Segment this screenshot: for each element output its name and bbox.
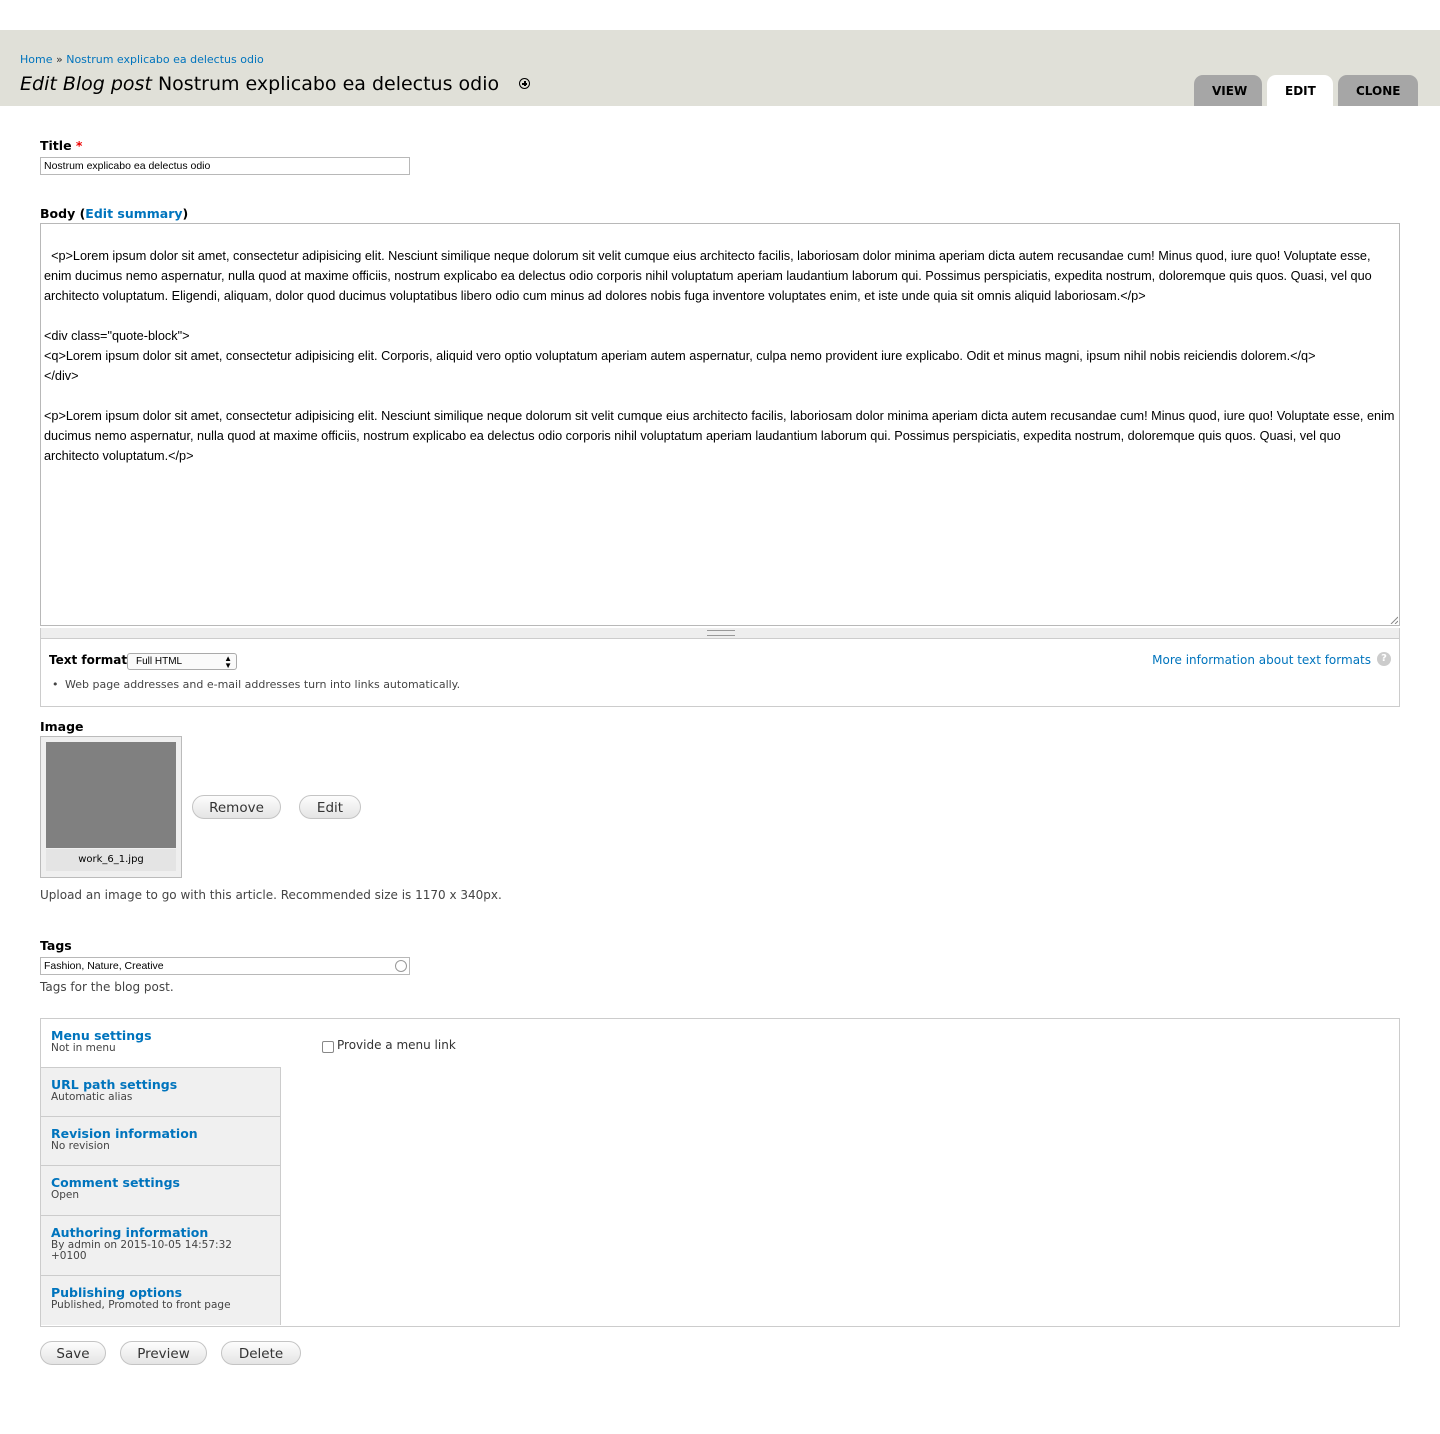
tags-label: Tags xyxy=(40,938,72,953)
provide-menu-link-label[interactable]: Provide a menu link xyxy=(337,1038,456,1052)
autocomplete-throbber-icon xyxy=(395,960,407,972)
page-header: Home » Nostrum explicabo ea delectus odi… xyxy=(0,30,1440,106)
tab-edit[interactable]: EDIT xyxy=(1267,75,1333,106)
vertical-tabs-menu: Menu settings Not in menu URL path setti… xyxy=(41,1019,281,1325)
page-title-prefix: Edit Blog post xyxy=(20,73,152,95)
page-title: Edit Blog post Nostrum explicabo ea dele… xyxy=(20,73,531,95)
image-thumbnail xyxy=(46,742,176,848)
vertical-tab-revision-information[interactable]: Revision information No revision xyxy=(41,1117,281,1166)
breadcrumb-current-link[interactable]: Nostrum explicabo ea delectus odio xyxy=(66,53,264,66)
vertical-tab-title: Menu settings xyxy=(51,1028,152,1043)
body-text: <p>Lorem ipsum dolor sit amet, consectet… xyxy=(44,249,1395,463)
vertical-tab-authoring-information[interactable]: Authoring information By admin on 2015-1… xyxy=(41,1216,281,1276)
image-description: Upload an image to go with this article.… xyxy=(40,888,502,902)
vertical-tab-title: URL path settings xyxy=(51,1077,178,1092)
vertical-tab-summary: Not in menu xyxy=(51,1042,116,1054)
provide-menu-link-checkbox[interactable] xyxy=(322,1041,334,1053)
body-paren-close: ) xyxy=(182,206,189,221)
edit-image-button[interactable]: Edit xyxy=(299,795,361,819)
text-format-wrapper: Text format Full HTML ▲ ▼ More informatio… xyxy=(40,638,1400,707)
required-marker: * xyxy=(75,138,83,153)
page-title-text: Nostrum explicabo ea delectus odio xyxy=(157,73,500,95)
body-label-text: Body xyxy=(40,206,76,221)
body-textarea[interactable]: <p>Lorem ipsum dolor sit amet, consectet… xyxy=(40,223,1400,626)
breadcrumb-separator: » xyxy=(55,53,63,66)
vertical-tab-summary: By admin on 2015-10-05 14:57:32 +0100 xyxy=(51,1239,232,1262)
tags-value: Fashion, Nature, Creative xyxy=(44,960,164,972)
resize-handle-icon[interactable] xyxy=(1390,616,1398,624)
vertical-tab-comment-settings[interactable]: Comment settings Open xyxy=(41,1166,281,1216)
text-format-tip: Web page addresses and e-mail addresses … xyxy=(52,678,460,691)
title-label: Title * xyxy=(40,138,82,153)
image-label: Image xyxy=(40,719,84,734)
vertical-tab-title: Publishing options xyxy=(51,1285,183,1300)
text-format-label: Text format xyxy=(49,653,128,667)
tags-description: Tags for the blog post. xyxy=(40,980,174,994)
vertical-tab-summary: Automatic alias xyxy=(51,1091,133,1103)
text-format-selected: Full HTML xyxy=(136,656,183,667)
vertical-tab-summary: Open xyxy=(51,1189,80,1201)
edit-summary-link[interactable]: Edit summary xyxy=(85,206,182,221)
text-format-select[interactable]: Full HTML ▲ ▼ xyxy=(127,653,237,670)
preview-button[interactable]: Preview xyxy=(120,1341,207,1365)
breadcrumb-home-link[interactable]: Home xyxy=(20,53,52,66)
remove-image-button[interactable]: Remove xyxy=(192,795,281,819)
vertical-tab-summary: Published, Promoted to front page xyxy=(51,1299,231,1311)
vertical-tab-publishing-options[interactable]: Publishing options Published, Promoted t… xyxy=(41,1276,281,1325)
text-format-help-link[interactable]: More information about text formats xyxy=(1152,653,1371,667)
select-arrows-icon: ▲ ▼ xyxy=(224,654,232,670)
save-button[interactable]: Save xyxy=(40,1341,106,1365)
primary-tabs: VIEW EDIT CLONE xyxy=(1194,75,1418,106)
delete-button[interactable]: Delete xyxy=(221,1341,301,1365)
title-label-text: Title xyxy=(40,138,72,153)
body-label: Body (Edit summary) xyxy=(40,206,188,221)
help-icon[interactable]: ? xyxy=(1377,652,1391,666)
vertical-tab-menu-settings[interactable]: Menu settings Not in menu xyxy=(41,1019,281,1068)
tab-view[interactable]: VIEW xyxy=(1194,75,1262,106)
tab-clone[interactable]: CLONE xyxy=(1338,75,1418,106)
image-preview: work_6_1.jpg xyxy=(40,736,182,878)
vertical-tab-title: Comment settings xyxy=(51,1175,180,1190)
vertical-tab-url-path-settings[interactable]: URL path settings Automatic alias xyxy=(41,1068,281,1117)
vertical-tab-title: Authoring information xyxy=(51,1225,209,1240)
image-filename: work_6_1.jpg xyxy=(46,849,176,871)
vertical-tab-title: Revision information xyxy=(51,1126,198,1141)
add-shortcut-icon[interactable] xyxy=(519,78,531,89)
grippie-icon xyxy=(707,630,735,636)
vertical-tabs: Menu settings Not in menu URL path setti… xyxy=(40,1018,1400,1327)
breadcrumb: Home » Nostrum explicabo ea delectus odi… xyxy=(20,53,264,66)
vertical-tab-summary: No revision xyxy=(51,1140,110,1152)
title-input[interactable]: Nostrum explicabo ea delectus odio xyxy=(40,157,410,175)
tags-input[interactable]: Fashion, Nature, Creative xyxy=(40,957,410,975)
